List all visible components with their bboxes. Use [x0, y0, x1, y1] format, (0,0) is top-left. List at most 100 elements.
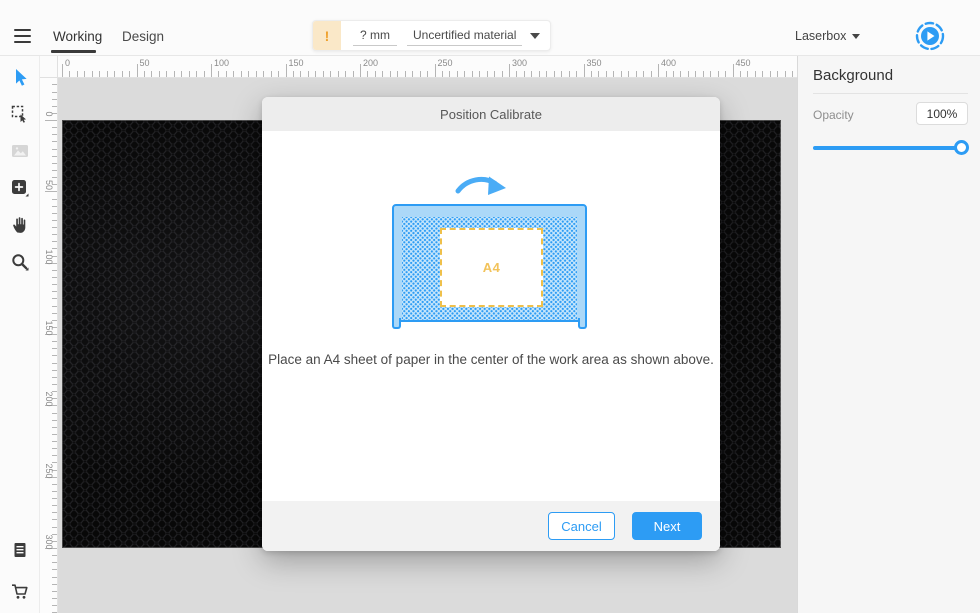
ruler-tick [52, 597, 57, 599]
ruler-tick [181, 71, 183, 77]
ruler-tick [121, 71, 123, 77]
ruler-corner [40, 56, 58, 78]
ruler-tick [538, 71, 540, 77]
tool-node-select[interactable] [11, 105, 29, 123]
ruler-tick [52, 583, 57, 585]
ruler-tick [486, 71, 488, 77]
ruler-tick [233, 71, 235, 77]
ruler-label: 250 [437, 58, 453, 68]
machine-leg [578, 318, 587, 329]
tool-select[interactable] [11, 68, 29, 86]
tool-add-shape[interactable] [11, 179, 29, 197]
ruler-tick [412, 71, 414, 77]
ruler-tick [389, 71, 391, 77]
ruler-tick [278, 71, 280, 77]
ruler-label: 400 [661, 58, 677, 68]
ruler-tick [76, 71, 78, 77]
cancel-button[interactable]: Cancel [548, 512, 615, 540]
thickness-field[interactable]: ? mm [353, 26, 397, 46]
ruler-tick [531, 71, 533, 77]
add-shape-icon [12, 180, 29, 197]
ruler-tick [52, 419, 57, 421]
cart-icon [12, 584, 28, 599]
panel-title: Background [813, 67, 894, 84]
ruler-tick [345, 71, 347, 77]
tab-working[interactable]: Working [53, 29, 102, 44]
ruler-tick [52, 305, 57, 307]
ruler-tick [687, 71, 689, 77]
ruler-tick [523, 71, 525, 77]
opacity-label: Opacity [813, 108, 854, 122]
ruler-tick [434, 64, 436, 77]
ruler-tick [635, 71, 637, 77]
ruler-tick [255, 71, 257, 77]
next-button[interactable]: Next [632, 512, 702, 540]
ruler-tick [613, 71, 615, 77]
ruler-tick [52, 198, 57, 200]
ruler-tick [188, 71, 190, 77]
ruler-tick [52, 441, 57, 442]
ruler-tick [628, 71, 630, 77]
top-toolbar: Working Design ! ? mm Uncertified materi… [0, 0, 980, 56]
machine-bed-illustration: A4 [392, 204, 587, 329]
ruler-tick [52, 383, 57, 385]
ruler-tick [620, 71, 622, 77]
hand-icon [13, 217, 26, 233]
tool-log[interactable] [11, 541, 29, 559]
device-caret-icon [852, 33, 861, 39]
opacity-slider[interactable] [813, 140, 969, 155]
ruler-label: 300 [44, 534, 54, 550]
tool-image[interactable] [11, 142, 29, 160]
warning-icon: ! [313, 21, 341, 50]
ruler-tick [717, 71, 719, 77]
play-icon [915, 21, 945, 51]
ruler-tick [52, 369, 57, 371]
device-name: Laserbox [795, 29, 847, 43]
opacity-input[interactable] [916, 102, 968, 125]
magnifier-icon [12, 254, 29, 271]
ruler-tick [315, 71, 317, 77]
tool-pan[interactable] [11, 216, 29, 234]
ruler-tick [516, 71, 518, 77]
tool-zoom[interactable] [11, 253, 29, 271]
ruler-tick [218, 71, 220, 77]
ruler-tick [144, 71, 145, 77]
ruler-tick [52, 362, 57, 364]
ruler-tick [568, 71, 570, 77]
ruler-tick [151, 71, 153, 77]
menu-icon[interactable] [14, 29, 31, 43]
opacity-slider-handle[interactable] [954, 140, 969, 155]
ruler-tick [561, 71, 563, 77]
ruler-tick [583, 64, 585, 77]
ruler-tick [158, 71, 160, 77]
start-job-button[interactable] [915, 21, 945, 51]
ruler-tick [501, 71, 503, 77]
ruler-tick [285, 64, 287, 77]
document-icon [14, 543, 26, 557]
tab-design[interactable]: Design [122, 29, 164, 44]
ruler-tick [464, 71, 466, 77]
ruler-tick [52, 212, 57, 214]
ruler-tick [672, 71, 674, 77]
ruler-tick [52, 312, 57, 314]
ruler-tick [52, 298, 57, 300]
ruler-tick [52, 155, 57, 157]
tool-store[interactable] [11, 583, 29, 601]
ruler-tick [52, 169, 57, 171]
ruler-tick [300, 71, 302, 77]
ruler-tick [598, 71, 600, 77]
ruler-tick [196, 71, 198, 77]
ruler-tick [427, 71, 429, 77]
horizontal-ruler: 0 50 100 150 200 250 300 350 400 450 [58, 56, 797, 78]
ruler-tick [114, 71, 116, 77]
ruler-tick [576, 71, 577, 77]
vertical-ruler: 0 50 100 150 200 250 300 [40, 78, 58, 613]
ruler-tick [740, 71, 741, 77]
material-dropdown-caret-icon[interactable] [530, 32, 541, 39]
ruler-tick [292, 71, 294, 77]
material-name-field[interactable]: Uncertified material [407, 26, 523, 46]
ruler-tick [52, 148, 57, 150]
device-selector[interactable]: Laserbox [795, 29, 861, 43]
ruler-tick [69, 71, 71, 77]
opacity-slider-track[interactable] [813, 146, 967, 150]
